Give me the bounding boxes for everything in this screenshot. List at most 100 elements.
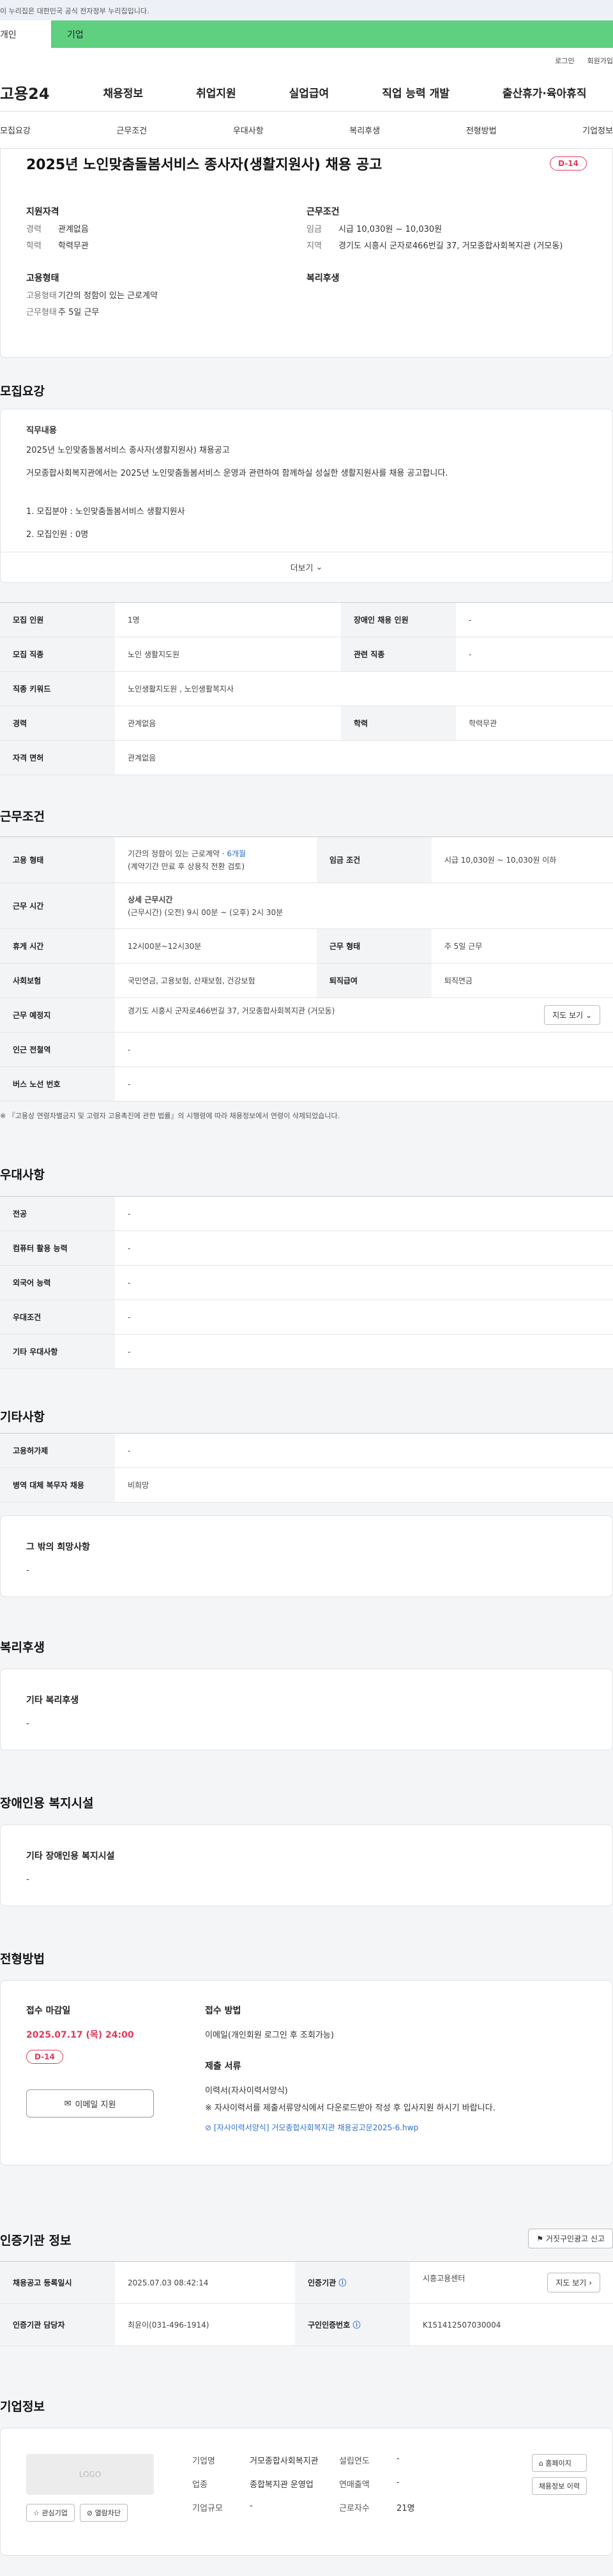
favorite-button[interactable]: ☆ 관심기업	[26, 2504, 75, 2522]
cell-value: 시흥고용센터 지도 보기 ›	[410, 2261, 613, 2304]
value: 종합복지관 운영업	[250, 2480, 314, 2490]
value: -	[397, 2454, 400, 2464]
anchor-work[interactable]: 근무조건	[116, 124, 147, 136]
email-apply-button[interactable]: ✉ 이메일 지원	[26, 2089, 154, 2118]
table-row: 사회보험 국민연금, 고용보험, 산재보험, 건강보험 퇴직급여 퇴직연금	[0, 963, 613, 998]
section-title-cert: 인증기관 정보	[0, 2234, 72, 2248]
corp-card: LOGO ☆ 관심기업 ⊘ 열람차단 기업명 거모종합사회복지관 업종 종합복지관 …	[0, 2428, 613, 2556]
site-logo[interactable]: 고용24	[0, 81, 77, 103]
paperclip-icon: ⊘	[205, 2123, 214, 2132]
attachment-name: [자사이력서양식] 거모종합사회복지관 채용공고문2025-6.hwp	[213, 2123, 419, 2132]
welfare-heading: 복리후생	[306, 273, 340, 284]
label: 학력	[26, 241, 42, 251]
value: 주 5일 근무	[58, 308, 100, 317]
deadline-heading: 접수 마감일	[26, 2006, 71, 2016]
favorite-label: 관심기업	[42, 2509, 68, 2517]
gnb-item-training[interactable]: 직업 능력 개발	[382, 84, 450, 100]
dday-badge: D-14	[26, 2050, 63, 2064]
cert-table: 채용공고 등록일시 2025.07.03 08:42:14 인증기관 ⓘ 시흥고…	[0, 2261, 613, 2346]
employment-heading: 고용형태	[26, 273, 59, 284]
table-row: 휴게 시간 12시00분~12시30분 근무 형태 주 5일 근무	[0, 928, 613, 964]
value: 시급 10,030원 ~ 10,030원	[338, 225, 443, 234]
duty-text: 1. 모집분야 : 노인맞춤돌봄서비스 생활지원사	[26, 507, 185, 517]
cell-label: 인근 전철역	[0, 1032, 115, 1067]
cell-label: 모집 직종	[0, 637, 115, 672]
cert-org-label: 인증기관	[308, 2278, 337, 2287]
section-title-prefer: 우대사항	[0, 1168, 45, 1182]
age-note: ※ 『고용상 연령차별금지 및 고령자 고용촉진에 관한 법률』의 시행령에 따…	[0, 1102, 613, 1133]
info-icon[interactable]: ⓘ	[352, 2321, 360, 2330]
deadline-value: 2025.07.17 (목) 24:00	[26, 2030, 134, 2040]
cell-value: 비희망	[115, 1467, 613, 1503]
welfare-card-heading: 기타 복리후생	[26, 1695, 79, 1706]
cell-value: 노인생활지도원 , 노인생활복지사	[115, 671, 613, 706]
recruit-table: 모집 인원 1명 장애인 채용 인원 - 모집 직종 노인 생활지도원 관련 직종 - 직종…	[0, 602, 613, 775]
chevron-down-icon: ⌄	[585, 1011, 592, 1020]
job-history-button[interactable]: 채용정보 이력	[531, 2477, 587, 2495]
table-row: 자격 면허 관계없음	[0, 740, 613, 775]
gnb-item-jobs[interactable]: 채용정보	[103, 84, 144, 100]
anchor-recruit[interactable]: 모집요강	[0, 124, 31, 136]
hours-value: (근무시간) (오전) 9시 00분 ~ (오후) 2시 30분	[128, 907, 284, 917]
cell-label: 자격 면허	[0, 740, 115, 775]
block-button[interactable]: ⊘ 열람차단	[79, 2504, 128, 2522]
cell-label: 기타 우대사항	[0, 1334, 115, 1369]
hope-card: 그 밖의 희망사항 -	[0, 1515, 613, 1597]
anchor-corp[interactable]: 기업정보	[582, 124, 613, 136]
duty-heading: 직무내용	[26, 426, 57, 436]
cert-map-button[interactable]: 지도 보기 ›	[547, 2273, 600, 2292]
tab-person[interactable]: 개인	[0, 20, 51, 48]
cell-value: 기간의 정함이 있는 근로계약 · 6개월 (계약기간 만료 후 상용직 전환 검…	[115, 837, 317, 883]
table-row: 고용 형태 기간의 정함이 있는 근로계약 · 6개월 (계약기간 만료 후 상용…	[0, 837, 613, 883]
cell-label: 우대조건	[0, 1299, 115, 1335]
map-button[interactable]: 지도 보기 ⌄	[544, 1005, 600, 1025]
contract-note: (계약기간 만료 후 상용직 전환 검토)	[128, 861, 245, 871]
section-title-welfare: 복리후생	[0, 1640, 45, 1655]
signup-link[interactable]: 회원가입	[587, 56, 613, 73]
cell-value: -	[455, 602, 613, 637]
info-icon[interactable]: ⓘ	[338, 2278, 346, 2287]
login-link[interactable]: 로그인	[555, 56, 574, 73]
member-type-tabs: 개인 기업	[0, 20, 613, 48]
chevron-down-icon: ⌄	[315, 563, 323, 572]
gnb-item-leave[interactable]: 출산휴가·육아휴직	[503, 84, 587, 100]
report-button[interactable]: ⚑ 거짓구인광고 신고	[528, 2229, 613, 2248]
label: 경력	[26, 225, 42, 234]
gnb-item-benefit[interactable]: 실업급여	[289, 84, 329, 100]
anchor-apply[interactable]: 전형방법	[466, 124, 497, 136]
label: 근무형태	[26, 308, 57, 317]
more-label: 더보기	[290, 564, 314, 573]
tab-corp[interactable]: 기업	[51, 20, 613, 48]
homepage-button[interactable]: ⌂ 홈페이지	[531, 2454, 587, 2472]
docs-value: 이력서(자사이력서양식)	[205, 2086, 288, 2096]
hope-value: -	[26, 1566, 29, 1575]
cell-value: 1명	[115, 602, 341, 637]
summary-card: 2025년 노인맞춤돌봄서비스 종사자(생활지원사) 채용 공고 D-14 지원…	[0, 149, 613, 358]
report-label: 거짓구인광고 신고	[545, 2234, 605, 2243]
table-row: 모집 인원 1명 장애인 채용 인원 -	[0, 602, 613, 637]
cell-label: 장애인 채용 인원	[340, 602, 456, 637]
cell-label: 버스 노선 번호	[0, 1066, 115, 1102]
cell-label: 모집 인원	[0, 602, 115, 637]
table-row: 모집 직종 노인 생활지도원 관련 직종 -	[0, 637, 613, 672]
cell-label: 구인인증번호 ⓘ	[295, 2303, 410, 2346]
apply-card: 접수 마감일 2025.07.17 (목) 24:00 D-14 ✉ 이메일 지원…	[0, 1980, 613, 2165]
label: 고용형태	[26, 291, 57, 301]
section-title-recruit: 모집요강	[0, 384, 45, 398]
more-button[interactable]: 더보기 ⌄	[1, 552, 612, 582]
table-row: 기타 우대사항 -	[0, 1334, 613, 1369]
label: 기업규모	[192, 2504, 223, 2513]
info-icon: ※	[0, 1112, 8, 1120]
cell-label: 채용공고 등록일시	[0, 2261, 115, 2304]
anchor-welfare[interactable]: 복리후생	[349, 124, 380, 136]
docs-note: ※ 자사이력서를 제출서류양식에서 다운로드받아 작성 후 입사지원 하시기 바…	[205, 2103, 496, 2113]
attachment-link[interactable]: ⊘ [자사이력서양식] 거모종합사회복지관 채용공고문2025-6.hwp	[205, 2122, 587, 2133]
cell-label: 경력	[0, 706, 115, 741]
gnb-item-support[interactable]: 취업지원	[196, 84, 236, 100]
table-row: 컴퓨터 활용 능력 -	[0, 1231, 613, 1266]
cell-value: 최윤이(031-496-1914)	[115, 2303, 295, 2346]
cell-value: 관계없음	[115, 740, 613, 775]
anchor-prefer[interactable]: 우대사항	[233, 124, 264, 136]
duty-card: 직무내용 2025년 노인맞춤돌봄서비스 종사자(생활지원사) 채용공고 거모종…	[0, 409, 613, 583]
value: -	[250, 2501, 253, 2511]
